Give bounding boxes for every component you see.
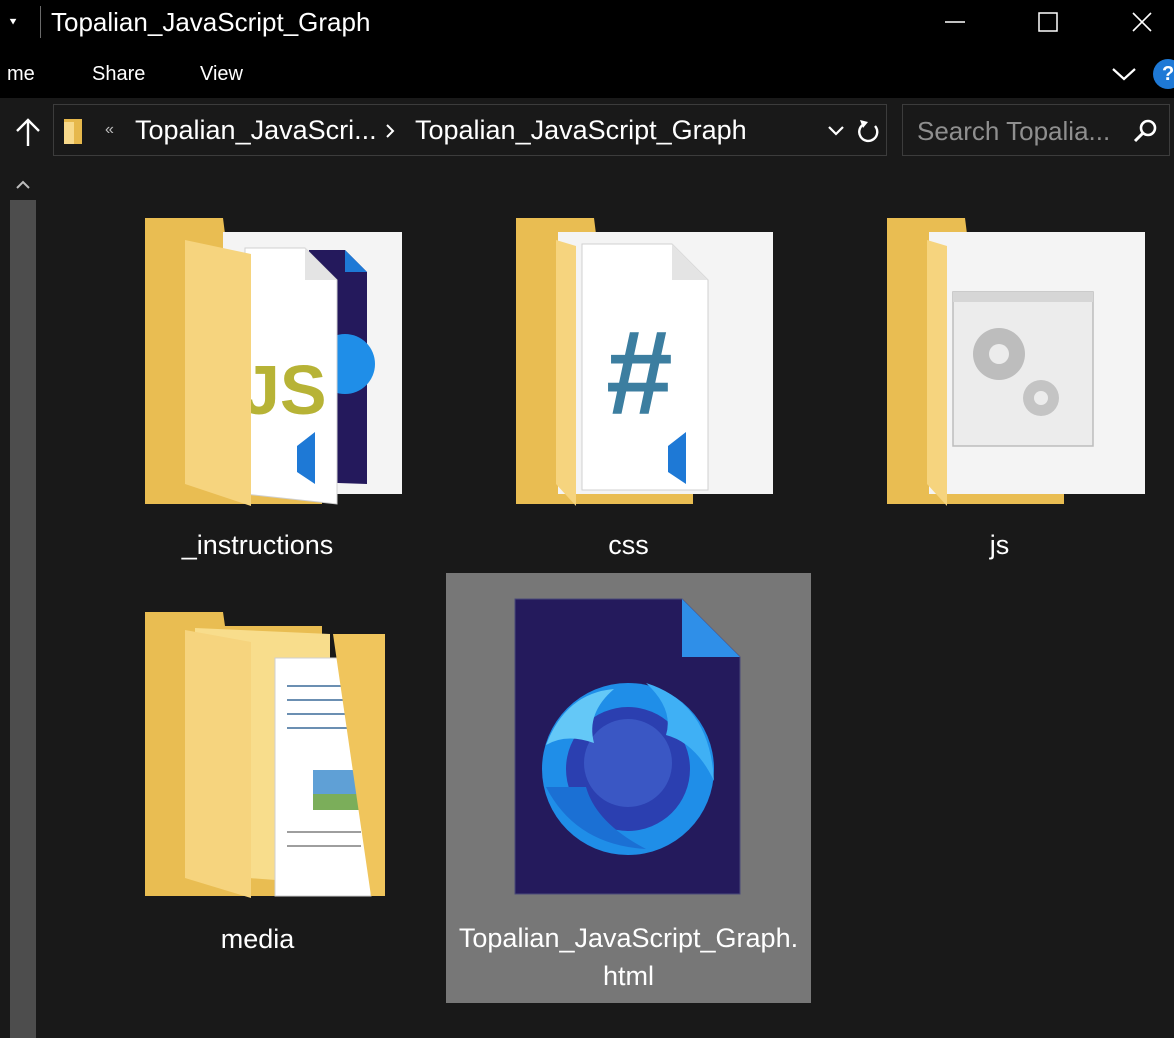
address-bar[interactable]: « Topalian_JavaScri... Topalian_JavaScri… (53, 104, 887, 156)
scroll-thumb[interactable] (10, 200, 36, 1038)
maximize-button[interactable] (1018, 0, 1078, 44)
svg-text:JS: JS (241, 351, 327, 429)
search-box[interactable] (902, 104, 1170, 156)
folder-small-icon (63, 117, 85, 145)
chevron-down-icon (1112, 68, 1136, 81)
close-button[interactable] (1112, 0, 1172, 44)
close-icon (1132, 12, 1152, 32)
expand-ribbon-button[interactable] (1110, 62, 1138, 86)
folder-with-documents-icon (75, 574, 440, 914)
breadcrumb-overflow[interactable]: « (105, 119, 114, 141)
ribbon: me Share View ? (0, 44, 1174, 98)
breadcrumb-separator-icon[interactable] (384, 121, 396, 141)
svg-text:#: # (606, 306, 673, 440)
folder-item-css[interactable]: # css (446, 184, 811, 574)
vertical-scrollbar[interactable] (8, 172, 38, 1038)
address-history-dropdown[interactable] (826, 121, 846, 141)
scroll-up-button[interactable] (12, 174, 34, 196)
chevron-up-icon (16, 180, 30, 189)
maximize-icon (1038, 12, 1058, 32)
folder-with-css-file-icon: # (446, 184, 811, 524)
quick-access-dropdown-icon[interactable]: ⯆ (6, 12, 20, 32)
refresh-button[interactable] (856, 117, 882, 145)
title-separator (40, 6, 41, 38)
firefox-html-file-icon (446, 573, 811, 913)
item-label: css (608, 530, 649, 560)
tab-home[interactable]: me (7, 62, 35, 86)
search-icon[interactable] (1131, 117, 1159, 145)
breadcrumb-current[interactable]: Topalian_JavaScript_Graph (415, 113, 747, 147)
item-label-line1: Topalian_JavaScript_Graph. (458, 923, 799, 953)
chevron-down-icon (828, 126, 844, 136)
item-label: media (220, 924, 295, 954)
refresh-icon (858, 120, 879, 143)
item-label: Topalian_JavaScript_Graph. html (446, 919, 811, 995)
navigation-bar: « Topalian_JavaScri... Topalian_JavaScri… (0, 98, 1174, 164)
arrow-up-icon (16, 118, 40, 146)
up-button[interactable] (12, 114, 44, 150)
search-input[interactable] (917, 115, 1127, 147)
folder-item-media[interactable]: media (75, 574, 440, 964)
title-bar: ⯆ Topalian_JavaScript_Graph (0, 0, 1174, 44)
help-button[interactable]: ? (1153, 59, 1174, 89)
item-label-line2: html (602, 961, 654, 991)
minimize-icon (945, 21, 965, 23)
folder-with-js-file-icon: JS (75, 184, 440, 524)
item-label: _instructions (181, 530, 334, 560)
file-list: JS _instructions # css js media Topalian… (38, 164, 1174, 1038)
tab-share[interactable]: Share (92, 62, 145, 86)
file-item-html[interactable]: Topalian_JavaScript_Graph. html (446, 573, 811, 1003)
folder-with-gears-icon (817, 184, 1174, 524)
folder-item-instructions[interactable]: JS _instructions (75, 184, 440, 574)
folder-item-js[interactable]: js (817, 184, 1174, 574)
item-label: js (989, 530, 1010, 560)
breadcrumb-parent[interactable]: Topalian_JavaScri... (135, 113, 377, 147)
window-title: Topalian_JavaScript_Graph (51, 7, 371, 37)
tab-view[interactable]: View (200, 62, 243, 86)
minimize-button[interactable] (925, 0, 985, 44)
